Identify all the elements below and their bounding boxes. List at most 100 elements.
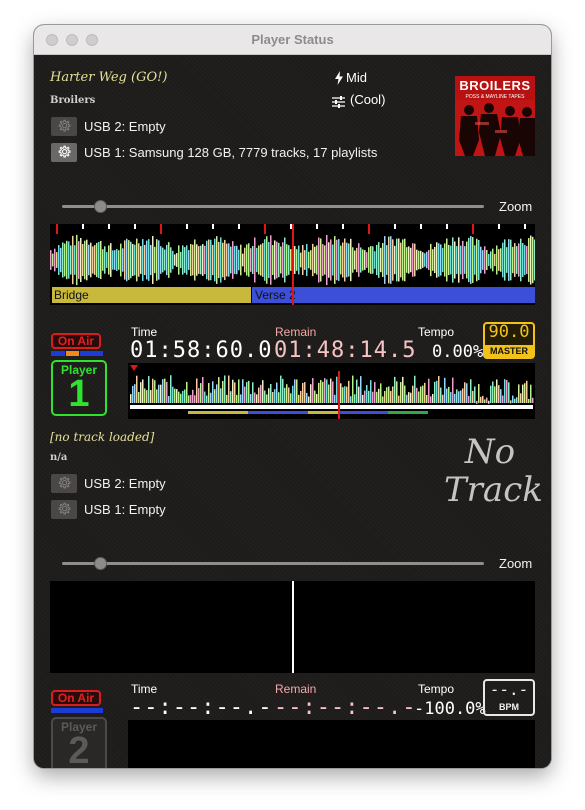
waveform-bar [350, 238, 352, 282]
waveform-bar [148, 239, 150, 281]
overview-bar [162, 379, 164, 403]
waveform-bar [218, 241, 220, 279]
overview-bar [454, 393, 456, 403]
overview-bar [240, 394, 242, 403]
waveform-bar [510, 239, 512, 281]
waveform-bar [244, 247, 246, 273]
player-badge-number: 2 [68, 730, 90, 768]
tempo-readout: -100.0% [414, 699, 486, 719]
overview-bar [258, 387, 260, 403]
remain-readout: --:--:--.- [274, 695, 417, 720]
waveform-bar [400, 242, 402, 278]
overview-bar [526, 380, 528, 403]
overview-bar [502, 395, 504, 403]
zoom-slider-knob[interactable] [94, 200, 107, 213]
sliders-icon [332, 93, 346, 108]
waveform-bar [418, 250, 420, 270]
waveform-bar [102, 249, 104, 271]
waveform-bar [240, 244, 242, 276]
overview-waveform-graph [130, 375, 534, 414]
overview-bar [388, 386, 390, 403]
waveform-bar [200, 245, 202, 275]
overview-bar [316, 393, 318, 403]
zoom-slider[interactable] [62, 562, 484, 565]
overview-bar [308, 396, 310, 403]
waveform-bar [412, 243, 414, 277]
overview-bar [436, 380, 438, 403]
waveform-bar [108, 245, 110, 275]
overview-bar [284, 387, 286, 403]
overview-bar [328, 384, 330, 403]
overview-bar [290, 393, 292, 403]
overview-bar [442, 394, 444, 403]
overview-bar [464, 382, 466, 403]
waveform-bar [250, 248, 252, 272]
usb-1-media-button[interactable] [51, 500, 77, 519]
overview-bar [490, 385, 492, 403]
playhead [292, 581, 294, 673]
waveform-bar [492, 248, 494, 272]
album-art[interactable]: BROILERS POSS & MAYLINE TAPES [455, 76, 535, 156]
overview-bar [362, 394, 364, 403]
waveform-bar [514, 243, 516, 277]
bpm-box: --.- BPM [483, 679, 535, 716]
overview-bar [444, 377, 446, 403]
waveform-bar [198, 246, 200, 274]
waveform-bar [452, 237, 454, 283]
waveform-bar [158, 240, 160, 280]
waveform-bar [398, 238, 400, 282]
waveform-bar [420, 250, 422, 270]
waveform-bar [82, 243, 84, 277]
waveform-bar [434, 246, 436, 274]
usb-2-media-button[interactable] [51, 117, 77, 136]
overview-bar [474, 386, 476, 403]
overview-bar [470, 379, 472, 403]
waveform-bar [90, 242, 92, 278]
waveform-bar [496, 245, 498, 275]
waveform-bar [268, 241, 270, 279]
usb-2-media-button[interactable] [51, 474, 77, 493]
waveform-bar [128, 240, 130, 280]
waveform-bar [64, 243, 66, 277]
overview-waveform[interactable] [128, 363, 535, 419]
waveform-bar [124, 240, 126, 280]
overview-bar [456, 389, 458, 403]
overview-bar [396, 381, 398, 403]
detail-waveform[interactable]: Bridge Verse 2 [50, 224, 535, 305]
waveform-bar [224, 239, 226, 281]
overview-bar [330, 378, 332, 403]
overview-bar [202, 376, 204, 403]
overview-bar [256, 394, 258, 403]
waveform-bar [242, 253, 244, 267]
usb-1-media-button[interactable] [51, 143, 77, 162]
zoom-slider-knob[interactable] [94, 557, 107, 570]
overview-waveform[interactable] [128, 720, 535, 768]
overview-bar [500, 389, 502, 403]
overview-bar [238, 379, 240, 403]
album-art-title: BROILERS [459, 78, 531, 93]
overview-bar [138, 391, 140, 403]
waveform-bar [338, 239, 340, 281]
overview-bar [496, 379, 498, 403]
overview-bar [250, 394, 252, 403]
overview-bar [344, 386, 346, 403]
waveform-bar [236, 245, 238, 275]
on-air-indicator: On Air [51, 690, 101, 706]
overview-bar [156, 389, 158, 403]
waveform-bar [422, 252, 424, 268]
overview-bar [286, 384, 288, 403]
overview-bar [140, 382, 142, 403]
no-track-line-1: No [464, 432, 516, 472]
detail-waveform[interactable] [50, 581, 535, 673]
waveform-bar [74, 245, 76, 275]
zoom-slider[interactable] [62, 205, 484, 208]
overview-bar [320, 380, 322, 403]
waveform-bar [436, 242, 438, 278]
waveform-bar [374, 251, 376, 269]
overview-bar [166, 381, 168, 403]
overview-bar [266, 394, 268, 403]
overview-bar [390, 390, 392, 403]
overview-bar [508, 382, 510, 403]
waveform-bar [154, 246, 156, 274]
waveform-bar [88, 244, 90, 276]
